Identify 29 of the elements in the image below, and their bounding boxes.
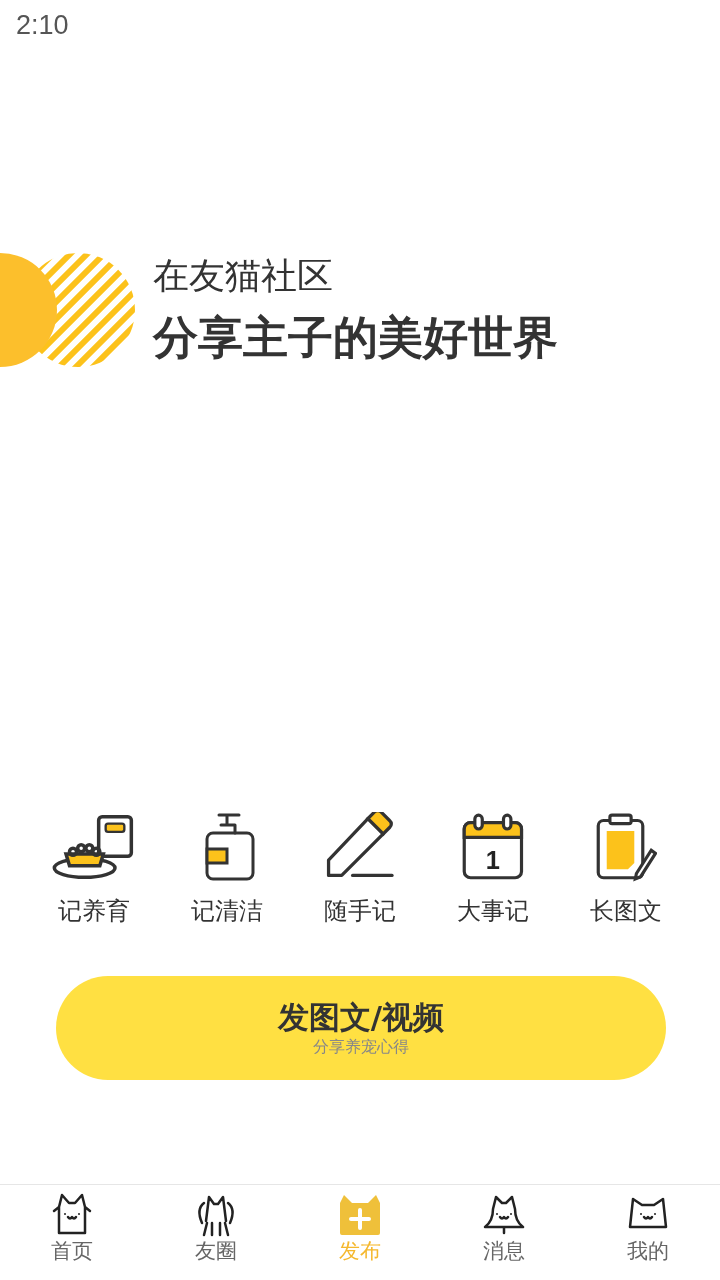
tab-item[interactable]: 友圈: [144, 1185, 288, 1280]
tab-item[interactable]: 我的: [576, 1185, 720, 1280]
feature-label: 大事记: [456, 896, 529, 926]
feature-label: 记清洁: [190, 896, 263, 926]
tab-label: 发布: [339, 1238, 381, 1265]
hero-title: 在友猫社区: [153, 254, 334, 298]
hero-headline: 分享主子的美好世界: [153, 310, 558, 366]
feature-item[interactable]: 长图文: [559, 812, 692, 926]
tab-item[interactable]: 首页: [0, 1185, 144, 1280]
calendar-day: 1: [485, 846, 500, 875]
feature-label: 随手记: [323, 896, 396, 926]
cat-bell-icon: [482, 1193, 526, 1237]
feature-item[interactable]: 记养育: [27, 812, 160, 926]
bowl-icon: [51, 812, 136, 882]
tab-label: 消息: [483, 1238, 525, 1265]
feature-item[interactable]: 随手记: [293, 812, 426, 926]
feature-label: 长图文: [589, 896, 662, 926]
cat-house-icon: [50, 1193, 94, 1237]
status-time: 2:10: [16, 9, 69, 41]
plus-icon: [338, 1193, 382, 1237]
feature-label: 记养育: [57, 896, 130, 926]
tab-label: 友圈: [195, 1238, 237, 1265]
tab-item[interactable]: 消息: [432, 1185, 576, 1280]
calendar-icon: [462, 813, 523, 880]
feature-item[interactable]: 记清洁: [160, 812, 293, 926]
feature-item[interactable]: 1 大事记: [426, 812, 559, 926]
tab-label: 首页: [51, 1238, 93, 1265]
tab-label: 我的: [627, 1238, 669, 1265]
publish-button[interactable]: 发图文/视频 分享养宠心得: [56, 976, 666, 1080]
